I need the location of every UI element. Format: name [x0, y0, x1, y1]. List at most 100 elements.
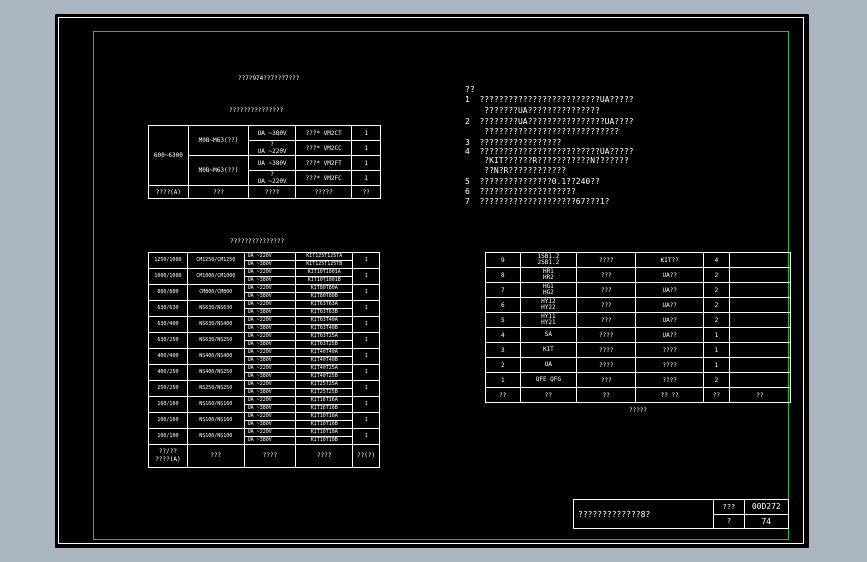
table3-name: ??? — [576, 282, 637, 298]
cad-drawing-canvas: ??7?974??7???7??? ??????????????? 600~63… — [55, 14, 809, 548]
table3-qty: 2 — [703, 297, 730, 313]
table2-ua: UA ~380V — [243, 324, 297, 333]
table2-kit: KIT63T63A — [295, 300, 354, 309]
note-line: 4 ?????????????????????????UA????? — [465, 147, 634, 156]
table2-rating: 1250/1000 — [148, 252, 188, 269]
note-line: ???????????????????????????? — [465, 127, 620, 136]
table1-ua: ? UA ~220V — [248, 140, 296, 156]
table1: 600~6300 M0B~M63(??) UA ~380V ???* VM2CT… — [148, 125, 381, 199]
table2-title: ??????????????? — [230, 238, 285, 245]
table3-caption: ????? — [485, 402, 791, 417]
note-line: ??N?R???????????? — [465, 166, 567, 175]
table2-ua: UA ~380V — [243, 308, 297, 317]
table3-no: 8 — [485, 267, 521, 283]
table2-qty: 1 — [352, 348, 380, 365]
table1-ua: UA ~380V — [248, 155, 296, 171]
table2-rating: 250/250 — [148, 380, 188, 397]
table3-qty: 2 — [703, 372, 730, 388]
table-row: 4 SA???? UA?? 1 — [485, 327, 792, 343]
table2-rating: 800/800 — [148, 284, 188, 301]
table1-model: M0B~M63(??) — [187, 125, 250, 156]
table-row: 2 UA???????? 1 — [485, 357, 792, 373]
note-line: 3 ????????????????? — [465, 138, 562, 147]
table2-ua: UA ~220V — [243, 348, 297, 357]
drawing-code: 00D272 — [743, 499, 790, 515]
table3-no: 3 — [485, 342, 521, 358]
table3-code: UA — [519, 357, 578, 373]
table2-ua: UA ~220V — [243, 268, 297, 277]
table3-name: ??? — [576, 267, 637, 283]
table2-footer-cell: ??(?) — [352, 444, 380, 468]
table2-ua: UA ~220V — [243, 412, 297, 421]
table3-header-cell: ?? — [519, 387, 578, 403]
table2-rating: 1000/1000 — [148, 268, 188, 285]
table3-name: ???? — [576, 357, 637, 373]
table2-kit: KIT80T80A — [295, 284, 354, 293]
table-row: 7 HG1 HG2??? UA?? 2 — [485, 282, 792, 298]
table3-spec: UA?? — [635, 282, 705, 298]
table3-code: HY12 HY22 — [519, 297, 578, 313]
table2-qty: 1 — [352, 284, 380, 301]
table2-qty: 1 — [352, 428, 380, 445]
note-line: 7 ????????????????????67???1? — [465, 197, 610, 206]
table3-no: 9 — [485, 252, 521, 268]
table2-ua: UA ~380V — [243, 436, 297, 445]
table1-range: 600~6300 — [148, 125, 189, 186]
table3-code: HR1 HR2 — [519, 267, 578, 283]
table2-ua: UA ~380V — [243, 388, 297, 397]
table1-title: ??7?974??7???7??? — [238, 75, 300, 82]
table2-breaker: NS400/NS250 — [186, 364, 245, 381]
table3-header-cell: ?? — [728, 387, 792, 403]
table2-kit: KIT25T25A — [295, 380, 354, 389]
table2-ua: UA ~220V — [243, 284, 297, 293]
table-row: 100/100 NS100/NS100 UA ~220V KIT10T10A 1 — [148, 428, 380, 445]
table2-kit: KIT63T40B — [295, 324, 354, 333]
table3-empty — [728, 297, 792, 313]
table2-qty: 1 — [352, 332, 380, 349]
table2-ua: UA ~380V — [243, 372, 297, 381]
table2-breaker: NS630/NS630 — [186, 300, 245, 317]
table2-kit: KIT10T16B — [295, 420, 354, 429]
table2-rating: 100/160 — [148, 412, 188, 429]
table2-rating: 400/400 — [148, 348, 188, 365]
table2-kit: KIT63T63B — [295, 308, 354, 317]
table3-qty: 2 — [703, 282, 730, 298]
table2-ua: UA ~220V — [243, 252, 297, 261]
table1-code: ???* VM2FC — [294, 170, 353, 186]
table2-breaker: NS630/NS400 — [186, 316, 245, 333]
table1-qty: 1 — [351, 155, 381, 171]
table2-footer-cell: ???? — [243, 444, 297, 468]
table-row: 3 KIT???????? 1 — [485, 342, 792, 358]
table2-ua: UA ~380V — [243, 260, 297, 269]
table3-qty: 1 — [703, 357, 730, 373]
table3-no: 5 — [485, 312, 521, 328]
table2-breaker: CM1250/CM1250 — [186, 252, 245, 269]
table3-name: ??? — [576, 312, 637, 328]
table3-no: 7 — [485, 282, 521, 298]
table3-code: 1SB1.2 2SB1.2 — [519, 252, 578, 268]
table2-ua: UA ~220V — [243, 332, 297, 341]
table3-empty — [728, 267, 792, 283]
table2-kit: KIT25T25B — [295, 388, 354, 397]
table2-rating: 630/250 — [148, 332, 188, 349]
table2-kit: KIT10T1001A — [295, 268, 354, 277]
table2-breaker: NS400/NS400 — [186, 348, 245, 365]
table1-footer-cell: ????? — [294, 185, 353, 199]
table3: 9 1SB1.2 2SB1.2???? KIT?? 4 8 HR1 HR2??? UA?? 2… — [485, 252, 792, 417]
table2-qty: 1 — [352, 316, 380, 333]
table2-ua: UA ~380V — [243, 420, 297, 429]
table3-name: ???? — [576, 327, 637, 343]
table2-qty: 1 — [352, 396, 380, 413]
table2-breaker: NS160/NS160 — [186, 396, 245, 413]
table3-empty — [728, 252, 792, 268]
table3-spec: UA?? — [635, 267, 705, 283]
title-block-label: ? — [713, 513, 745, 529]
note-line: ???????UA??????????????? — [465, 106, 600, 115]
table2-qty: 1 — [352, 364, 380, 381]
table2-breaker: CM800/CM800 — [186, 284, 245, 301]
table2-kit: KIT63T25B — [295, 340, 354, 349]
table3-code: HG1 HG2 — [519, 282, 578, 298]
table3-code: KIT — [519, 342, 578, 358]
table2-footer-cell: ???? — [295, 444, 354, 468]
table-row: 8 HR1 HR2??? UA?? 2 — [485, 267, 792, 283]
